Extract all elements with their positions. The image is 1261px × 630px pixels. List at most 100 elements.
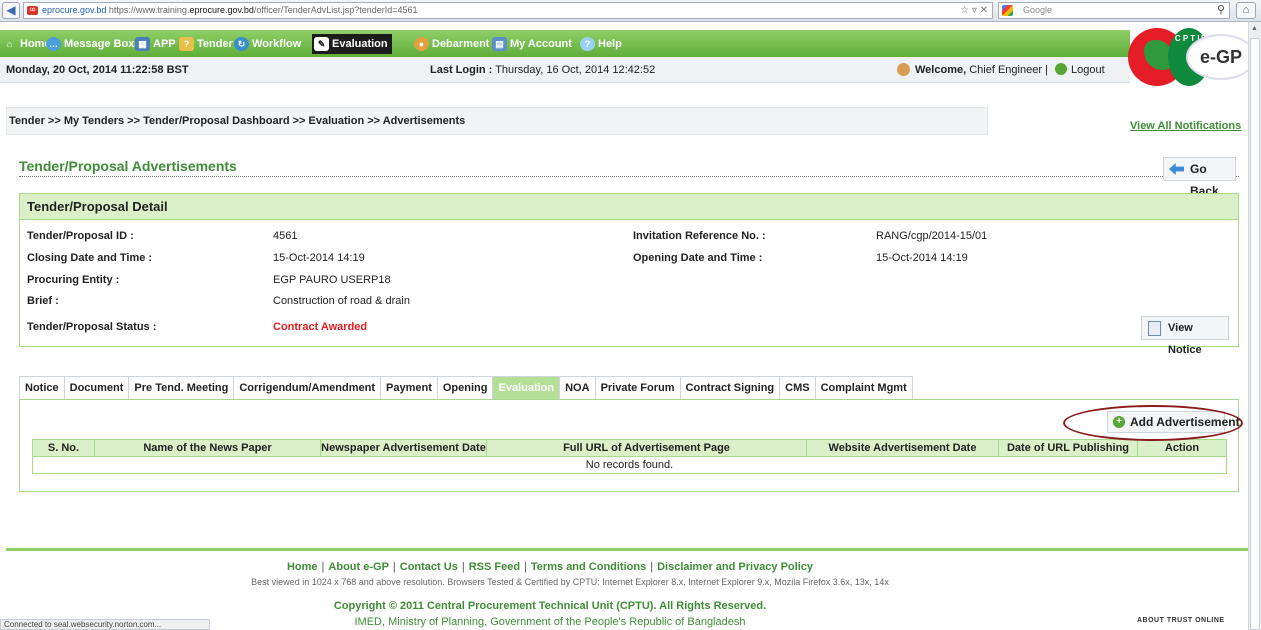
tender-id-value: 4561 bbox=[273, 230, 298, 242]
home-icon: ⌂ bbox=[6, 39, 13, 49]
nav-message-box[interactable]: … Message Box bbox=[44, 34, 138, 54]
help-icon: ? bbox=[580, 37, 595, 51]
tab-private-forum[interactable]: Private Forum bbox=[595, 377, 681, 400]
egp-logo-text: e-GP bbox=[1186, 34, 1256, 80]
nav-workflow[interactable]: ↻ Workflow bbox=[232, 34, 305, 54]
advertisement-panel: + Add Advertisement S. No. Name of the Ne… bbox=[19, 399, 1240, 492]
table-header-row: S. No. Name of the News Paper Newspaper … bbox=[32, 439, 1227, 457]
highlight-ring bbox=[1063, 405, 1243, 441]
brief-value: Construction of road & drain bbox=[273, 295, 410, 307]
tender-id-label: Tender/Proposal ID : bbox=[27, 230, 134, 242]
procuring-entity-value: EGP PAURO USERP18 bbox=[273, 274, 391, 286]
tab-evaluation[interactable]: Evaluation bbox=[493, 377, 561, 400]
tab-noa[interactable]: NOA bbox=[560, 377, 596, 400]
col-newspaper: Name of the News Paper bbox=[94, 439, 321, 457]
page-scrollbar[interactable]: ▲ bbox=[1248, 22, 1261, 630]
view-notice-button[interactable]: View Notice bbox=[1141, 316, 1229, 356]
url-bar[interactable]: ꝏ eprocure.gov.bd https://www.training.e… bbox=[23, 2, 993, 19]
document-icon bbox=[1148, 321, 1161, 336]
tab-pre-tend-meeting[interactable]: Pre Tend. Meeting bbox=[129, 377, 235, 400]
nav-my-account[interactable]: ▤ My Account bbox=[490, 34, 576, 54]
tab-complaint-mgmt[interactable]: Complaint Mgmt bbox=[815, 377, 913, 400]
workflow-icon: ↻ bbox=[234, 37, 249, 51]
opening-date-label: Opening Date and Time : bbox=[633, 252, 763, 264]
scroll-thumb[interactable] bbox=[1250, 38, 1260, 630]
url-path: /officer/TenderAdvList.jsp?tenderId=4561 bbox=[253, 5, 418, 15]
current-datetime: Monday, 20 Oct, 2014 11:22:58 BST bbox=[6, 64, 189, 76]
footer-disclaimer-link[interactable]: Disclaimer and Privacy Policy bbox=[657, 561, 813, 573]
tab-opening[interactable]: Opening bbox=[437, 377, 494, 400]
footer-home-link[interactable]: Home bbox=[287, 561, 318, 573]
edit-icon: ✎ bbox=[314, 37, 329, 51]
browser-toolbar: ◀ ꝏ eprocure.gov.bd https://www.training… bbox=[0, 0, 1261, 22]
go-back-button[interactable]: Go Back bbox=[1163, 157, 1236, 198]
last-login: Last Login : Thursday, 16 Oct, 2014 12:4… bbox=[430, 64, 656, 76]
welcome-label: Welcome, bbox=[915, 64, 967, 76]
tender-icon: ? bbox=[179, 37, 194, 51]
procuring-entity-label: Procuring Entity : bbox=[27, 274, 120, 286]
user-icon bbox=[897, 63, 910, 76]
url-site-label: eprocure.gov.bd bbox=[42, 5, 107, 15]
trust-seal[interactable]: ABOUT TRUST ONLINE bbox=[1137, 617, 1225, 624]
tab-payment[interactable]: Payment bbox=[381, 377, 438, 400]
info-bar: Monday, 20 Oct, 2014 11:22:58 BST Last L… bbox=[0, 57, 1130, 83]
closing-date-label: Closing Date and Time : bbox=[27, 252, 153, 264]
browser-search-box[interactable]: Google ⚲ bbox=[998, 2, 1230, 19]
scroll-up-icon[interactable]: ▲ bbox=[1251, 25, 1258, 32]
col-action: Action bbox=[1137, 439, 1227, 457]
invitation-ref-label: Invitation Reference No. : bbox=[633, 230, 766, 242]
empty-message: No records found. bbox=[32, 456, 1227, 474]
col-sno: S. No. bbox=[32, 439, 95, 457]
closing-date-value: 15-Oct-2014 14:19 bbox=[273, 252, 365, 264]
best-viewed-note: Best viewed in 1024 x 768 and above reso… bbox=[251, 577, 889, 587]
tab-notice[interactable]: Notice bbox=[20, 377, 65, 400]
tab-contract-signing[interactable]: Contract Signing bbox=[680, 377, 781, 400]
nav-debarment[interactable]: ● Debarment bbox=[412, 34, 493, 54]
nav-app[interactable]: ▦ APP bbox=[133, 34, 180, 54]
calendar-icon: ▦ bbox=[135, 37, 150, 51]
col-full-url: Full URL of Advertisement Page bbox=[486, 439, 807, 457]
detail-heading: Tender/Proposal Detail bbox=[20, 194, 1238, 220]
browser-status-bar: Connected to seal.websecurity.norton.com… bbox=[0, 619, 210, 630]
nav-evaluation[interactable]: ✎ Evaluation bbox=[312, 34, 392, 54]
breadcrumb: Tender >> My Tenders >> Tender/Proposal … bbox=[6, 107, 988, 135]
info-separator: | bbox=[1045, 64, 1048, 76]
title-divider bbox=[19, 176, 1239, 177]
status-badge: Contract Awarded bbox=[273, 321, 368, 333]
col-website-date: Website Advertisement Date bbox=[806, 439, 999, 457]
nav-help[interactable]: ? Help bbox=[578, 34, 626, 54]
tab-document[interactable]: Document bbox=[64, 377, 130, 400]
logout-icon[interactable] bbox=[1054, 63, 1067, 75]
footer-rss-link[interactable]: RSS Feed bbox=[469, 561, 520, 573]
search-placeholder: Google bbox=[1023, 5, 1053, 15]
url-domain: eprocure.gov.bd bbox=[189, 5, 254, 15]
col-newspaper-date: Newspaper Advertisement Date bbox=[320, 439, 487, 457]
footer-terms-link[interactable]: Terms and Conditions bbox=[531, 561, 646, 573]
message-icon: … bbox=[46, 37, 61, 51]
view-all-notifications-link[interactable]: View All Notifications bbox=[1130, 120, 1241, 132]
logout-link[interactable]: Logout bbox=[1071, 64, 1105, 76]
egp-logo: C P T U e-GP bbox=[1128, 24, 1256, 86]
tab-corrigendum[interactable]: Corrigendum/Amendment bbox=[234, 377, 382, 400]
welcome-area: Welcome, Chief Engineer | Logout bbox=[897, 57, 1105, 83]
account-icon: ▤ bbox=[492, 37, 507, 51]
back-arrow-icon bbox=[1169, 163, 1184, 175]
bookmark-star-icon[interactable]: ☆ ▿ ✕ bbox=[960, 3, 988, 18]
footer-about-link[interactable]: About e-GP bbox=[328, 561, 389, 573]
google-icon bbox=[1002, 5, 1013, 16]
footer-links: Home | About e-GP | Contact Us | RSS Feed | Term… bbox=[286, 561, 813, 573]
url-prefix: https://www.training. bbox=[108, 5, 190, 15]
footer-contact-link[interactable]: Contact Us bbox=[400, 561, 458, 573]
tab-cms[interactable]: CMS bbox=[780, 377, 816, 400]
search-icon[interactable]: ⚲ bbox=[1217, 3, 1225, 18]
browser-home-icon[interactable]: ⌂ bbox=[1236, 2, 1256, 19]
back-arrow-icon[interactable]: ◀ bbox=[2, 2, 20, 19]
status-label: Tender/Proposal Status : bbox=[27, 321, 157, 333]
nav-tender[interactable]: ? Tender bbox=[177, 34, 237, 54]
copyright: Copyright © 2011 Central Procurement Tec… bbox=[333, 600, 767, 612]
welcome-user: Chief Engineer bbox=[969, 64, 1042, 76]
tender-tabs: Notice Document Pre Tend. Meeting Corrig… bbox=[19, 376, 913, 400]
brief-label: Brief : bbox=[27, 295, 59, 307]
advertisement-table: S. No. Name of the News Paper Newspaper … bbox=[32, 439, 1227, 474]
tender-detail-panel: Tender/Proposal Detail Tender/Proposal I… bbox=[19, 193, 1239, 356]
